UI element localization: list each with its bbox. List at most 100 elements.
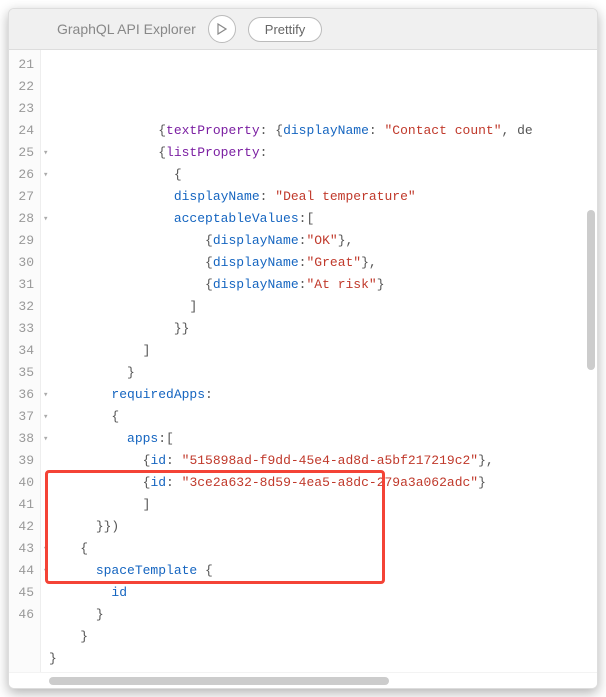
token: "515898ad-f9dd-45e4-ad8d-a5bf217219c2"	[182, 453, 478, 468]
code-line[interactable]: ▾ apps:[	[49, 428, 597, 450]
token: },	[361, 255, 377, 270]
token: }	[96, 607, 104, 622]
line-number: 37	[13, 406, 34, 428]
fold-marker-icon[interactable]: ▾	[43, 538, 48, 560]
token: {	[197, 563, 213, 578]
token: "At risk"	[306, 277, 376, 292]
line-number: 34	[13, 340, 34, 362]
token: : {	[260, 123, 283, 138]
code-line[interactable]: ▾ spaceTemplate {	[49, 560, 597, 582]
line-number: 29	[13, 230, 34, 252]
code-line[interactable]: }	[49, 362, 597, 384]
editor-window: GraphQL API Explorer Prettify 2122232425…	[8, 8, 598, 689]
line-number: 24	[13, 120, 34, 142]
code-line[interactable]: ]	[49, 494, 597, 516]
line-number-gutter: 2122232425262728293031323334353637383940…	[9, 50, 41, 672]
code-line[interactable]: ▾ {listProperty:	[49, 142, 597, 164]
token: requiredApps	[111, 387, 205, 402]
token: :	[260, 189, 276, 204]
fold-marker-icon[interactable]: ▾	[43, 208, 48, 230]
code-line[interactable]: ▾ requiredApps:	[49, 384, 597, 406]
token: }	[49, 651, 57, 666]
prettify-button[interactable]: Prettify	[248, 17, 322, 42]
token: },	[338, 233, 354, 248]
code-line[interactable]: {id: "3ce2a632-8d59-4ea5-a8dc-279a3a062a…	[49, 472, 597, 494]
token: {	[80, 541, 88, 556]
token: }	[478, 475, 486, 490]
vertical-scrollbar[interactable]	[587, 90, 595, 632]
token: {	[158, 123, 166, 138]
token: ]	[189, 299, 197, 314]
token: id	[150, 475, 166, 490]
token: }})	[96, 519, 119, 534]
code-line[interactable]: {displayName:"Great"},	[49, 252, 597, 274]
token: {	[174, 167, 182, 182]
code-line[interactable]: displayName: "Deal temperature"	[49, 186, 597, 208]
toolbar: GraphQL API Explorer Prettify	[9, 9, 597, 50]
code-line[interactable]: {displayName:"At risk"}	[49, 274, 597, 296]
token: },	[478, 453, 494, 468]
token: , de	[502, 123, 533, 138]
token: }}	[174, 321, 190, 336]
line-number: 36	[13, 384, 34, 406]
line-number: 38	[13, 428, 34, 450]
token: {	[205, 233, 213, 248]
horizontal-scrollbar[interactable]	[9, 672, 597, 688]
horizontal-scrollbar-thumb[interactable]	[49, 677, 389, 685]
token: :	[260, 145, 268, 160]
token: {	[205, 255, 213, 270]
code-line[interactable]: ▾ acceptableValues:[	[49, 208, 597, 230]
code-content[interactable]: {textProperty: {displayName: "Contact co…	[41, 50, 597, 672]
line-number: 28	[13, 208, 34, 230]
token: displayName	[283, 123, 369, 138]
line-number: 22	[13, 76, 34, 98]
token: ]	[143, 497, 151, 512]
code-line[interactable]: {displayName:"OK"},	[49, 230, 597, 252]
editor: 2122232425262728293031323334353637383940…	[9, 50, 597, 672]
token: id	[150, 453, 166, 468]
code-area[interactable]: {textProperty: {displayName: "Contact co…	[41, 50, 597, 672]
code-line[interactable]: ▾ {	[49, 164, 597, 186]
line-number: 39	[13, 450, 34, 472]
code-line[interactable]: {id: "515898ad-f9dd-45e4-ad8d-a5bf217219…	[49, 450, 597, 472]
line-number: 32	[13, 296, 34, 318]
fold-marker-icon[interactable]: ▾	[43, 406, 48, 428]
token: "OK"	[306, 233, 337, 248]
token: :[	[299, 211, 315, 226]
fold-marker-icon[interactable]: ▾	[43, 164, 48, 186]
token: acceptableValues	[174, 211, 299, 226]
token: listProperty	[166, 145, 260, 160]
token: apps	[127, 431, 158, 446]
play-icon	[216, 23, 228, 35]
token: {	[205, 277, 213, 292]
code-line[interactable]: }})	[49, 516, 597, 538]
fold-marker-icon[interactable]: ▾	[43, 142, 48, 164]
code-line[interactable]: ▾ {	[49, 406, 597, 428]
code-line[interactable]: }	[49, 604, 597, 626]
token: }	[80, 629, 88, 644]
token: "Deal temperature"	[275, 189, 415, 204]
vertical-scrollbar-thumb[interactable]	[587, 210, 595, 370]
code-line[interactable]: {textProperty: {displayName: "Contact co…	[49, 120, 597, 142]
token: "3ce2a632-8d59-4ea5-a8dc-279a3a062adc"	[182, 475, 478, 490]
code-line[interactable]: ]	[49, 296, 597, 318]
code-line[interactable]: }	[49, 648, 597, 670]
code-line[interactable]: }	[49, 626, 597, 648]
line-number: 30	[13, 252, 34, 274]
fold-marker-icon[interactable]: ▾	[43, 428, 48, 450]
code-line[interactable]: ]	[49, 340, 597, 362]
code-line[interactable]: ▾ {	[49, 538, 597, 560]
code-line[interactable]: }}	[49, 318, 597, 340]
code-line[interactable]: id	[49, 582, 597, 604]
execute-button[interactable]	[208, 15, 236, 43]
token: displayName	[213, 255, 299, 270]
line-number: 26	[13, 164, 34, 186]
token: :	[166, 453, 182, 468]
token: "Contact count"	[385, 123, 502, 138]
line-number: 21	[13, 54, 34, 76]
app-title: GraphQL API Explorer	[57, 21, 196, 37]
fold-marker-icon[interactable]: ▾	[43, 560, 48, 582]
fold-marker-icon[interactable]: ▾	[43, 384, 48, 406]
line-number: 23	[13, 98, 34, 120]
token: }	[127, 365, 135, 380]
